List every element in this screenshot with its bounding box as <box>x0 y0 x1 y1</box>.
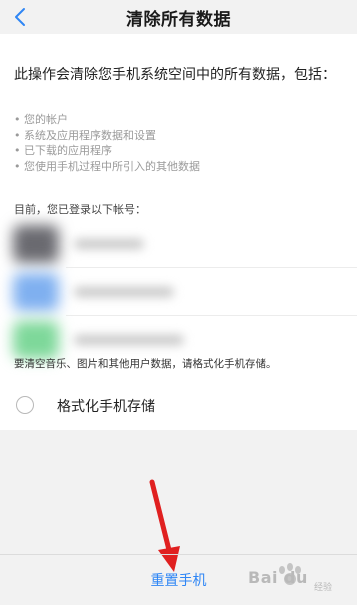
avatar <box>13 273 59 311</box>
list-item: 系统及应用程序数据和设置 <box>14 128 344 144</box>
list-item: 您使用手机过程中所引入的其他数据 <box>14 159 344 175</box>
format-storage-label: 格式化手机存储 <box>57 399 155 415</box>
account-name-blurred <box>74 287 174 297</box>
intro-text: 此操作会清除您手机系统空间中的所有数据，包括： <box>14 67 336 83</box>
logged-in-label: 目前，您已登录以下帐号： <box>14 203 146 216</box>
page-title: 清除所有数据 <box>126 10 231 30</box>
format-radio[interactable] <box>16 396 34 414</box>
account-name-blurred <box>74 239 144 249</box>
format-storage-option[interactable]: 格式化手机存储 <box>0 385 357 429</box>
avatar <box>13 225 59 263</box>
list-item: 您的帐户 <box>14 112 344 128</box>
watermark-logo-text: Bai du <box>248 568 308 587</box>
list-item: 已下载的应用程序 <box>14 143 344 159</box>
baidu-watermark: Bai du 经验 <box>238 560 354 596</box>
header-bar: 清除所有数据 <box>0 0 357 34</box>
account-row <box>0 268 357 316</box>
data-list: 您的帐户 系统及应用程序数据和设置 已下载的应用程序 您使用手机过程中所引入的其… <box>14 112 344 174</box>
format-note: 要清空音乐、图片和其他用户数据，请格式化手机存储。 <box>14 358 277 370</box>
account-row <box>0 220 357 268</box>
account-name-blurred <box>74 335 184 345</box>
avatar <box>13 321 59 359</box>
account-list <box>0 220 357 365</box>
watermark-suffix: 经验 <box>314 583 333 593</box>
